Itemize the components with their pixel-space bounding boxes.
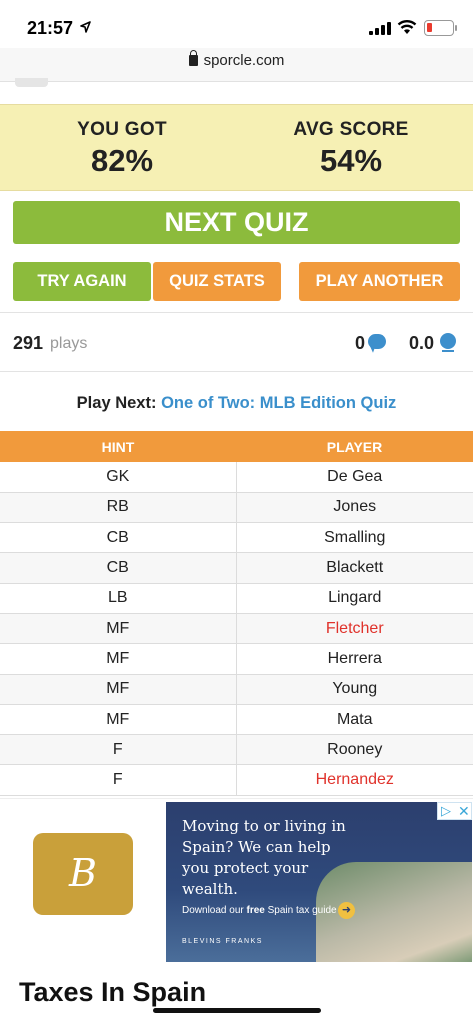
status-bar: 21:57 <box>0 0 473 48</box>
player-cell: Hernandez <box>236 764 473 796</box>
next-quiz-button[interactable]: NEXT QUIZ <box>13 201 460 244</box>
try-again-button[interactable]: TRY AGAIN <box>13 262 151 301</box>
table-row: CB Smalling <box>0 522 473 554</box>
table-row: MF Herrera <box>0 643 473 675</box>
ad-title[interactable]: Taxes In Spain <box>19 977 206 1008</box>
player-cell: Smalling <box>236 522 473 554</box>
ad-cta-bold: free <box>246 905 265 916</box>
quiz-stats-button[interactable]: QUIZ STATS <box>153 262 281 301</box>
hint-cell: RB <box>0 492 237 524</box>
player-cell: Fletcher <box>236 613 473 645</box>
table-row: GK De Gea <box>0 462 473 493</box>
player-cell: Herrera <box>236 643 473 675</box>
ad-headline: Moving to or living in Spain? We can hel… <box>182 817 346 898</box>
hint-cell: GK <box>0 462 237 493</box>
player-cell: Jones <box>236 492 473 524</box>
quiz-stats-row: 291 plays 0 0.0 <box>0 312 473 372</box>
wifi-icon <box>397 20 417 34</box>
your-score-value: 82% <box>90 143 154 178</box>
battery-icon <box>424 20 457 36</box>
play-another-button[interactable]: PLAY ANOTHER <box>299 262 460 301</box>
lock-icon <box>188 50 198 66</box>
ad-cta-text[interactable]: Download our free Spain tax guide <box>182 905 337 916</box>
home-indicator[interactable] <box>153 1008 321 1013</box>
plays-label: plays <box>50 335 88 352</box>
hint-cell: CB <box>0 552 237 584</box>
hint-column-header: HINT <box>0 431 236 462</box>
table-row: RB Jones <box>0 492 473 524</box>
hint-cell: MF <box>0 704 237 736</box>
table-row: CB Blackett <box>0 552 473 584</box>
comment-bubble-icon[interactable] <box>368 334 386 349</box>
player-cell: Blackett <box>236 552 473 584</box>
table-row: MF Mata <box>0 704 473 736</box>
rating-icon[interactable] <box>440 333 456 352</box>
player-cell: De Gea <box>236 462 473 493</box>
hint-cell: LB <box>0 583 237 614</box>
player-column-header: PLAYER <box>236 431 473 462</box>
location-arrow-icon <box>80 21 91 33</box>
answer-table: HINT PLAYER GK De Gea RB Jones CB Smalling CB B… <box>0 431 473 796</box>
ad-brand: BLEVINS FRANKS <box>182 938 263 945</box>
player-cell: Mata <box>236 704 473 736</box>
table-row: MF Fletcher <box>0 613 473 645</box>
table-row: LB Lingard <box>0 583 473 614</box>
comments-count[interactable]: 0 <box>355 333 365 354</box>
hint-cell: F <box>0 734 237 766</box>
url-text: sporcle.com <box>203 52 285 69</box>
average-score-label: AVG SCORE <box>293 119 409 140</box>
table-row: MF Young <box>0 674 473 705</box>
clock: 21:57 <box>27 18 74 38</box>
page-top-spacer <box>0 82 473 104</box>
play-next: Play Next: One of Two: MLB Edition Quiz <box>0 394 473 413</box>
table-row: F Hernandez <box>0 764 473 796</box>
score-panel: YOU GOT 82% AVG SCORE 54% <box>0 104 473 191</box>
hint-cell: MF <box>0 613 237 645</box>
average-score: AVG SCORE 54% <box>280 119 422 179</box>
plays-count: 291 <box>13 333 44 353</box>
hint-cell: MF <box>0 674 237 705</box>
hint-cell: CB <box>0 522 237 554</box>
advertiser-logo-glyph: B <box>69 851 97 895</box>
ad-banner[interactable]: Moving to or living in Spain? We can hel… <box>166 802 472 962</box>
player-cell: Lingard <box>236 583 473 614</box>
play-next-link[interactable]: One of Two: MLB Edition Quiz <box>161 394 396 412</box>
ad-close-icon[interactable]: ✕ <box>458 803 470 820</box>
ad-cta-prefix: Download our <box>182 905 247 916</box>
player-cell: Rooney <box>236 734 473 766</box>
your-score: YOU GOT 82% <box>52 119 192 179</box>
hint-cell: F <box>0 764 237 796</box>
advertiser-logo[interactable]: B <box>33 833 133 915</box>
ad-arrow-icon[interactable]: ➜ <box>338 902 355 919</box>
menu-tab-stub[interactable] <box>15 78 48 87</box>
play-next-label: Play Next: <box>76 394 157 412</box>
rating-value[interactable]: 0.0 <box>409 333 434 354</box>
url-display[interactable]: sporcle.com <box>0 50 473 69</box>
ad-choices[interactable]: ▷ ✕ <box>437 802 472 820</box>
battery-level <box>427 23 432 32</box>
table-header-row: HINT PLAYER <box>0 431 473 462</box>
player-cell: Young <box>236 674 473 705</box>
ad-choices-icon[interactable]: ▷ <box>441 803 451 819</box>
url-bar[interactable]: sporcle.com <box>0 48 473 82</box>
table-row: F Rooney <box>0 734 473 766</box>
ad-cta-suffix: Spain tax guide <box>264 905 337 916</box>
hint-cell: MF <box>0 643 237 675</box>
average-score-value: 54% <box>319 143 383 178</box>
your-score-label: YOU GOT <box>77 119 167 140</box>
cellular-signal-icon <box>369 22 391 35</box>
